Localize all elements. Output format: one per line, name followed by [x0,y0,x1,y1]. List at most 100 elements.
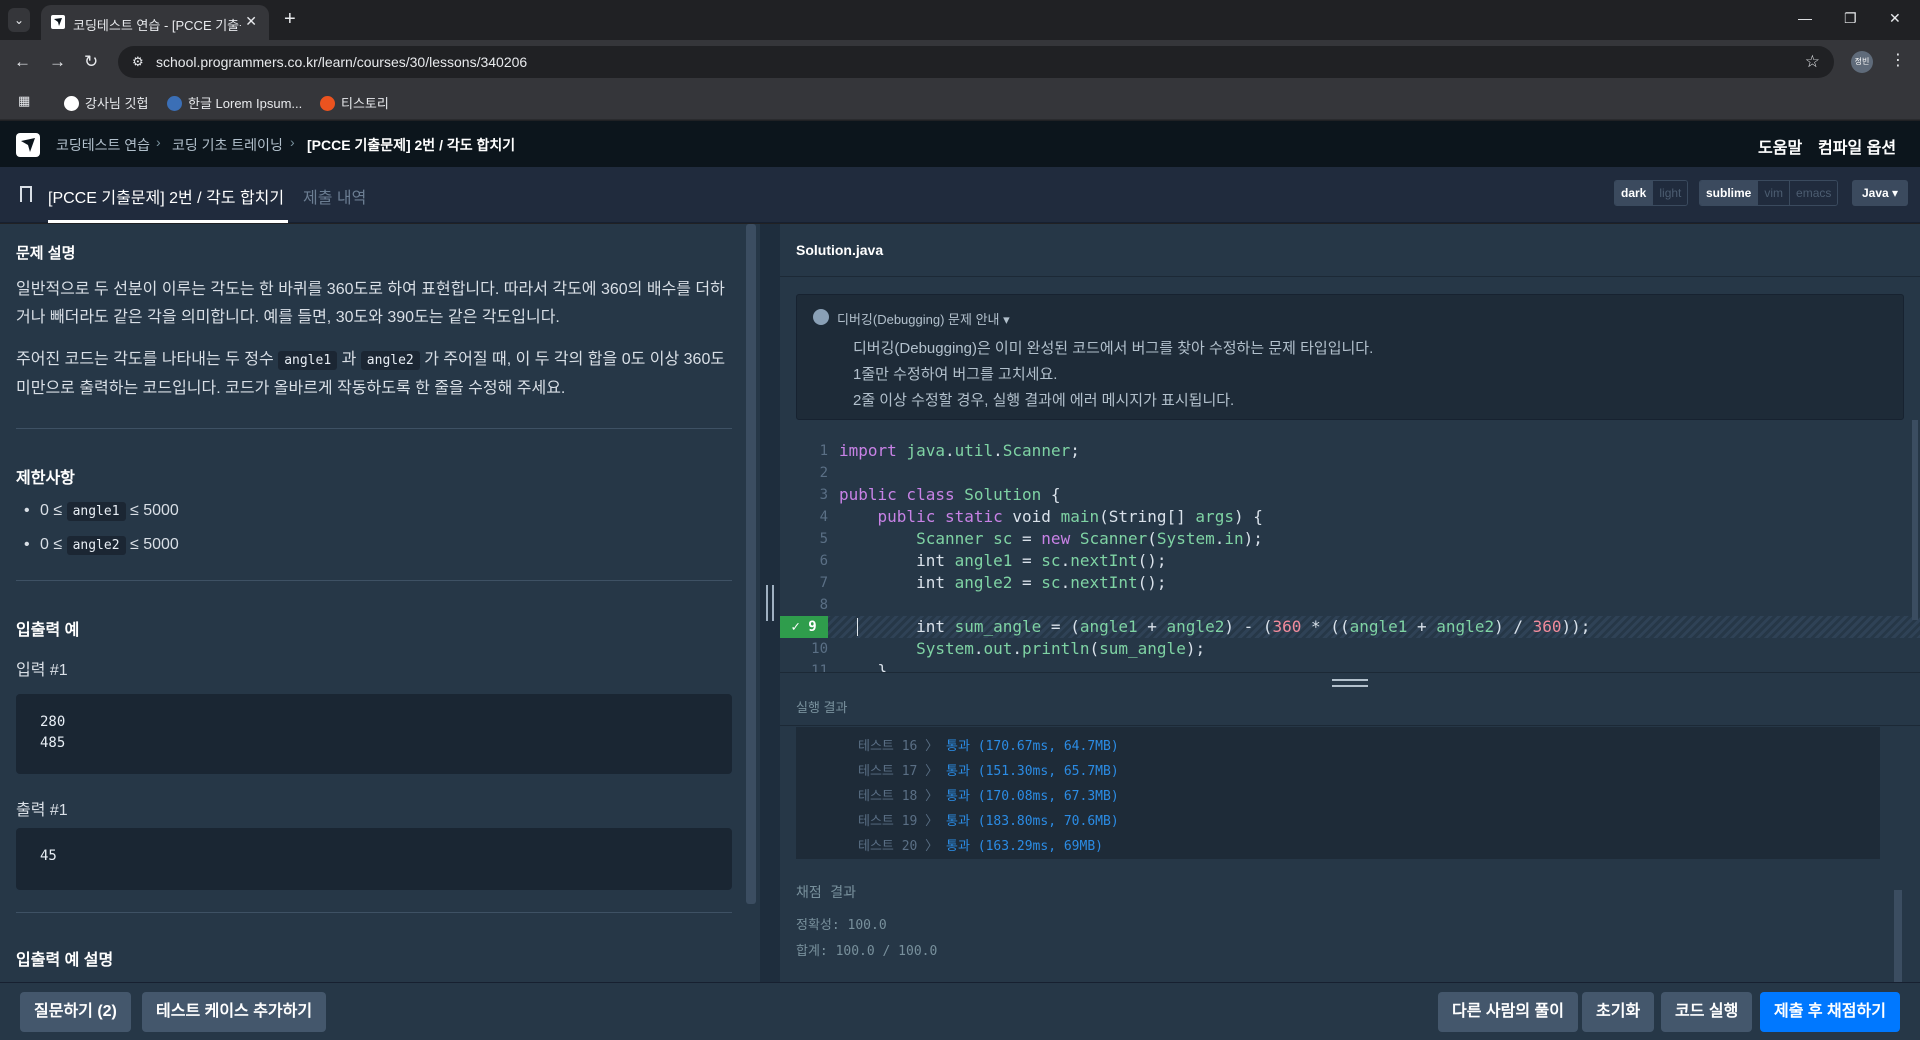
compile-options-link[interactable]: 컴파일 옵션 [1818,134,1896,158]
minimize-icon[interactable]: — [1798,10,1812,26]
code-line-modified[interactable]: ✓ 9 int sum_angle = (angle1 + angle2) - … [780,616,1920,638]
splitter-grip-icon[interactable] [766,585,774,621]
notice-title[interactable]: 디버깅(Debugging) 문제 안내 ▾ [837,309,1010,328]
github-icon [64,96,79,111]
tistory-icon [320,96,335,111]
back-icon[interactable]: ← [14,52,31,72]
code-line[interactable]: 5 Scanner sc = new Scanner(System.in); [780,528,1920,550]
divider [16,428,732,429]
breadcrumb-chevron-icon: › [290,134,295,150]
language-select[interactable]: Java ▾ [1852,180,1909,206]
results-scrollbar[interactable] [1894,890,1902,982]
keymap-toggle: sublime vim emacs [1699,180,1839,206]
tab-title: 코딩테스트 연습 - [PCCE 기출문 [73,18,241,33]
constraint-item: 0 ≤ angle1 ≤ 5000 [24,502,179,521]
theme-light-button[interactable]: light [1653,181,1688,205]
address-bar[interactable]: ⚙ school.programmers.co.kr/learn/courses… [118,46,1834,78]
help-link[interactable]: 도움말 [1758,134,1802,158]
others-solutions-button[interactable]: 다른 사람의 풀이 [1438,992,1578,1032]
tab-problem[interactable]: [PCCE 기출문제] 2번 / 각도 합치기 [48,184,284,208]
code-editor[interactable]: 1 import java.util.Scanner; 2 3 public cla… [780,434,1920,672]
add-testcase-button[interactable]: 테스트 케이스 추가하기 [142,992,327,1032]
new-tab-icon[interactable]: + [284,8,296,31]
output-label: 출력 #1 [16,802,68,819]
code-line[interactable]: 3 public class Solution { [780,484,1920,506]
keymap-emacs-button[interactable]: emacs [1790,181,1838,205]
test-result-row: 테스트 17 〉 통과 (151.30ms, 65.7MB) [858,764,1119,779]
question-button[interactable]: 질문하기 (2) [20,992,131,1032]
test-result-row: 테스트 20 〉 통과 (163.29ms, 69MB) [858,839,1103,854]
breadcrumb-chevron-icon: › [156,134,161,150]
desc-paragraph-2: 주어진 코드는 각도를 나타내는 두 정수 angle1 과 angle2 가 … [16,351,726,397]
code-line[interactable]: 10 System.out.println(sum_angle); [780,638,1920,660]
tab-submissions[interactable]: 제출 내역 [303,184,366,208]
code-line[interactable]: 11 } [780,660,1920,672]
test-result-row: 테스트 19 〉 통과 (183.80ms, 70.6MB) [858,814,1119,829]
constraint-item: 0 ≤ angle2 ≤ 5000 [24,536,179,555]
resize-grip-icon[interactable] [1332,679,1368,687]
result-resize-bar: 실행 결과 [780,672,1920,726]
divider [780,276,1920,277]
output-example: 45 [16,828,732,890]
theme-dark-button[interactable]: dark [1615,181,1654,205]
test-result-row: 테스트 16 〉 통과 (170.67ms, 64.7MB) [858,739,1119,754]
constraints-title: 제한사항 [16,470,75,487]
reset-button[interactable]: 초기화 [1582,992,1655,1032]
modified-line-badge: ✓ 9 [780,616,828,638]
inline-code: angle1 [278,351,338,370]
url-text[interactable]: school.programmers.co.kr/learn/courses/3… [156,54,527,70]
test-results: 테스트 16 〉 통과 (170.67ms, 64.7MB) 테스트 17 〉 … [796,727,1880,859]
bookmarks-bar: ▦ 강사님 깃헙 한글 Lorem Ipsum... 티스토리 [0,84,1920,120]
bookmark-icon[interactable] [20,186,32,202]
site-info-icon[interactable]: ⚙ [132,54,144,70]
score-title: 채점 결과 [796,885,856,901]
bookmark-star-icon[interactable]: ☆ [1805,52,1820,72]
bookmark-lorem[interactable]: 한글 Lorem Ipsum... [167,93,302,112]
breadcrumb-coding-test[interactable]: 코딩테스트 연습 [56,135,150,155]
keymap-sublime-button[interactable]: sublime [1700,181,1759,205]
notice-line: 디버깅(Debugging)은 이미 완성된 코드에서 버그를 찾아 수정하는 … [853,340,1374,357]
wordpress-icon [167,96,182,111]
keymap-vim-button[interactable]: vim [1758,181,1791,205]
io-explain-title: 입출력 예 설명 [16,952,114,969]
input-example: 280 485 [16,694,732,774]
browser-menu-icon[interactable]: ⋮ [1890,50,1906,70]
tab-close-icon[interactable]: ✕ [245,13,257,30]
lesson-tab-bar: [PCCE 기출문제] 2번 / 각도 합치기 제출 내역 dark light… [0,167,1920,223]
code-line[interactable]: 4 public static void main(String[] args)… [780,506,1920,528]
browser-tab[interactable]: 코딩테스트 연습 - [PCCE 기출문 ✕ [41,5,269,40]
bookmark-tistory[interactable]: 티스토리 [320,93,389,112]
code-line[interactable]: 1 import java.util.Scanner; [780,440,1920,462]
code-line[interactable]: 2 [780,462,1920,484]
editor-scrollbar[interactable] [1912,420,1918,620]
programmers-favicon-icon [51,15,65,29]
reload-icon[interactable]: ↻ [84,52,98,72]
notice-line: 2줄 이상 수정할 경우, 실행 결과에 에러 메시지가 표시됩니다. [853,392,1235,409]
run-code-button[interactable]: 코드 실행 [1661,992,1753,1032]
debugging-notice: 디버깅(Debugging) 문제 안내 ▾ 디버깅(Debugging)은 이… [796,294,1904,420]
bookmark-github[interactable]: 강사님 깃헙 [64,93,148,112]
score-accuracy: 정확성: 100.0 [796,918,887,933]
submit-button[interactable]: 제출 후 채점하기 [1760,992,1900,1032]
code-line[interactable]: 8 [780,594,1920,616]
code-line[interactable]: 6 int angle1 = sc.nextInt(); [780,550,1920,572]
window-close-icon[interactable]: ✕ [1889,10,1901,27]
file-name: Solution.java [796,242,884,258]
tab-search-chevron-icon[interactable]: ⌄ [8,8,30,32]
active-tab-underline [48,220,288,223]
apps-grid-icon[interactable]: ▦ [18,93,30,109]
problem-scrollbar[interactable] [746,224,756,904]
profile-avatar[interactable]: 정빈 [1851,51,1873,73]
desc-title: 문제 설명 [16,245,76,262]
io-title: 입출력 예 [16,622,80,639]
forward-icon[interactable]: → [49,52,66,72]
programmers-logo-icon[interactable] [16,133,40,157]
restore-icon[interactable]: ❐ [1844,10,1857,27]
breadcrumb-basic-training[interactable]: 코딩 기초 트레이닝 [172,135,283,155]
notice-line: 1줄만 수정하여 버그를 고치세요. [853,366,1058,383]
divider [16,912,732,913]
score-total: 합계: 100.0 / 100.0 [796,944,938,959]
code-line[interactable]: 7 int angle2 = sc.nextInt(); [780,572,1920,594]
breadcrumb-current: [PCCE 기출문제] 2번 / 각도 합치기 [307,137,516,153]
app-header: 코딩테스트 연습 › 코딩 기초 트레이닝 › [PCCE 기출문제] 2번 /… [0,121,1920,167]
